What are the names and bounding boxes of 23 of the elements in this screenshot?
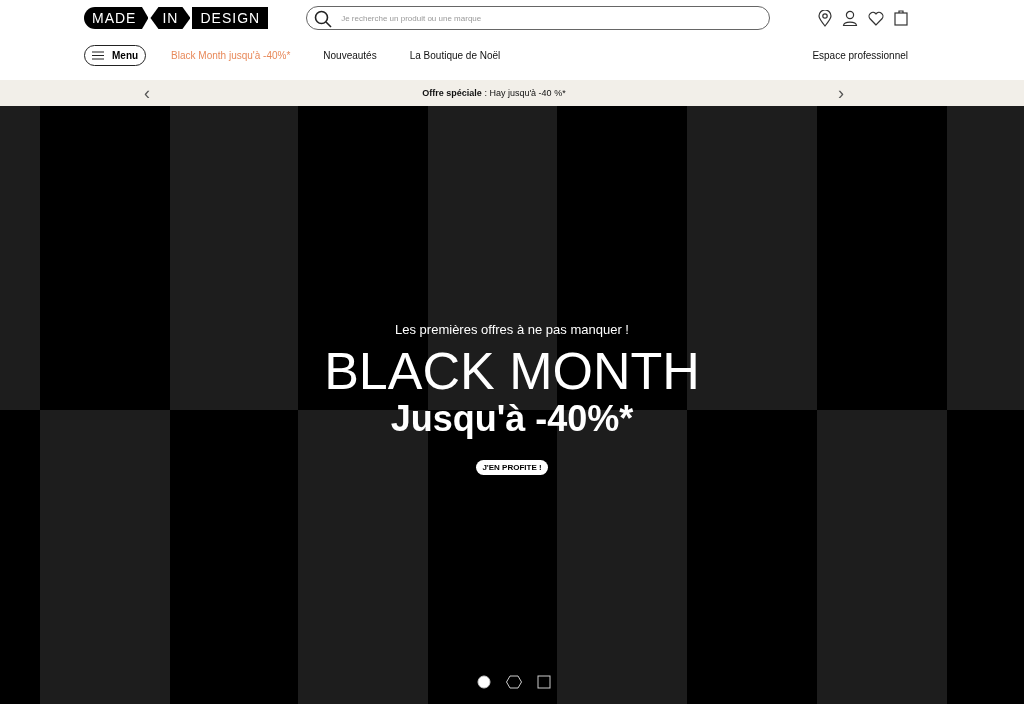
logo-text: DESIGN — [192, 7, 269, 29]
hero-subtitle: Jusqu'à -40%* — [390, 397, 634, 441]
shopping-bag-icon[interactable] — [894, 10, 908, 26]
promo-text: Offre spéciale : Hay jusqu'à -40 %* — [422, 88, 566, 98]
previous-button[interactable]: ‹ — [140, 84, 154, 102]
user-icon[interactable] — [842, 10, 858, 26]
search-icon — [314, 10, 333, 28]
logo-text: IN — [150, 7, 191, 29]
heart-icon[interactable] — [868, 10, 884, 26]
hero-kicker: Les premières offres à ne pas manquer ! — [395, 322, 629, 337]
location-pin-icon[interactable] — [818, 9, 832, 27]
nav-link[interactable]: La Boutique de Noël — [409, 49, 501, 61]
hero-title: BLACK MONTH — [324, 345, 700, 397]
cta-button[interactable]: J'EN PROFITE ! — [476, 460, 548, 476]
slide-dot[interactable] — [477, 675, 491, 689]
next-button[interactable]: › — [834, 84, 848, 102]
menu-button[interactable]: Menu — [84, 44, 147, 66]
search-field[interactable]: Je recherche un produit ou une marque — [306, 6, 770, 30]
nav-link[interactable]: Nouveautés — [323, 49, 377, 61]
logo[interactable]: MADE IN DESIGN — [84, 7, 269, 29]
menu-icon — [92, 50, 104, 60]
logo-text: MADE — [84, 7, 149, 29]
nav-link[interactable]: Espace professionnel — [812, 49, 908, 61]
